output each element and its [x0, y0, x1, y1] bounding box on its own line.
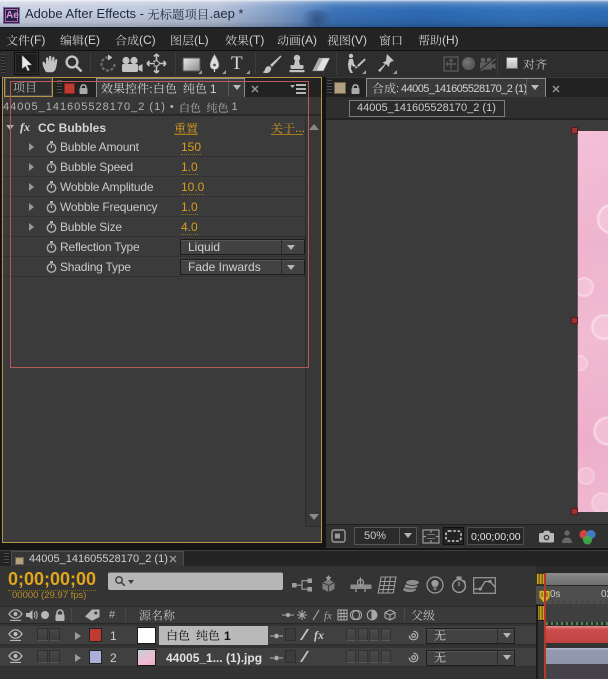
svg-text:fx: fx — [324, 610, 332, 622]
